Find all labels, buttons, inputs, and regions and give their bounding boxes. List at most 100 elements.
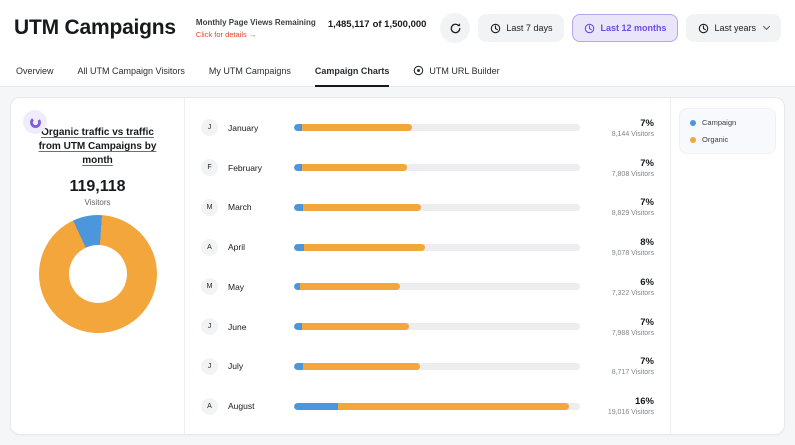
chart-heading: Organic traffic vs traffic from UTM Camp… bbox=[37, 126, 159, 168]
month-stats: 6%7,322 Visitors bbox=[590, 277, 654, 297]
donut-chart-icon bbox=[23, 110, 47, 134]
month-row: MMay6%7,322 Visitors bbox=[201, 277, 654, 297]
bar-track bbox=[294, 244, 580, 251]
month-initial-badge: A bbox=[201, 239, 218, 256]
visitors-value: 8,829 Visitors bbox=[590, 210, 654, 217]
month-initial-badge: J bbox=[201, 119, 218, 136]
visitors-value: 9,078 Visitors bbox=[590, 250, 654, 257]
refresh-button[interactable] bbox=[440, 13, 470, 43]
month-stats: 7% 7,808 Visitors bbox=[590, 158, 654, 178]
legend-item-organic[interactable]: Organic bbox=[690, 135, 765, 144]
last-7-days-label: Last 7 days bbox=[506, 23, 552, 33]
percent-value: 8% bbox=[590, 237, 654, 248]
chevron-down-icon bbox=[763, 23, 770, 30]
campaign-bar-segment bbox=[294, 204, 303, 211]
bar-track bbox=[294, 363, 580, 370]
month-label: June bbox=[228, 322, 284, 332]
page-views-label: Monthly Page Views Remaining bbox=[196, 18, 316, 27]
organic-bar-segment bbox=[304, 244, 425, 251]
tab-my-utm-campaigns[interactable]: My UTM Campaigns bbox=[209, 66, 291, 86]
tab-utm-url-builder-label: UTM URL Builder bbox=[429, 66, 499, 76]
last-7-days-button[interactable]: Last 7 days bbox=[478, 14, 564, 42]
last-12-months-label: Last 12 months bbox=[600, 23, 666, 33]
legend-panel: Campaign Organic bbox=[670, 98, 784, 434]
organic-bar-segment bbox=[303, 363, 420, 370]
last-years-dropdown[interactable]: Last years bbox=[686, 14, 781, 42]
bar-track bbox=[294, 403, 580, 410]
bar-track bbox=[294, 283, 580, 290]
month-label: March bbox=[228, 202, 284, 212]
organic-bar-segment bbox=[302, 323, 409, 330]
visitors-value: 7,808 Visitors bbox=[590, 171, 654, 178]
bar-track bbox=[294, 124, 580, 131]
organic-bar-segment bbox=[300, 283, 399, 290]
clock-icon bbox=[490, 23, 501, 34]
month-stats: 7% 8,829 Visitors bbox=[590, 197, 654, 217]
month-label: February bbox=[228, 163, 284, 173]
page-views-details-link[interactable]: Click for details → bbox=[196, 30, 316, 39]
page-header: UTM Campaigns Monthly Page Views Remaini… bbox=[0, 0, 795, 56]
month-row: AAugust16%19,016 Visitors bbox=[201, 396, 654, 416]
legend-item-campaign[interactable]: Campaign bbox=[690, 118, 765, 127]
last-12-months-button[interactable]: Last 12 months bbox=[572, 14, 678, 42]
clock-icon bbox=[584, 23, 595, 34]
month-stats: 7%8,717 Visitors bbox=[590, 356, 654, 376]
month-label: July bbox=[228, 361, 284, 371]
total-visitors-label: Visitors bbox=[21, 198, 174, 207]
visitors-value: 8,144 Visitors bbox=[590, 131, 654, 138]
page-views-limit: of 1,500,000 bbox=[373, 19, 427, 30]
legend-dot bbox=[690, 137, 696, 143]
month-stats: 16%19,016 Visitors bbox=[590, 396, 654, 416]
url-builder-icon bbox=[413, 65, 424, 76]
percent-value: 7% bbox=[590, 197, 654, 208]
refresh-icon bbox=[449, 22, 462, 35]
page-views-current: 1,485,117 bbox=[328, 19, 370, 30]
total-visitors-value: 119,118 bbox=[21, 178, 174, 196]
percent-value: 7% bbox=[590, 158, 654, 169]
tab-campaign-charts[interactable]: Campaign Charts bbox=[315, 66, 390, 87]
campaign-bar-segment bbox=[294, 363, 303, 370]
organic-bar-segment bbox=[302, 164, 407, 171]
visitors-value: 8,717 Visitors bbox=[590, 369, 654, 376]
month-label: January bbox=[228, 123, 284, 133]
chart-card: Organic traffic vs traffic from UTM Camp… bbox=[10, 97, 785, 435]
organic-bar-segment bbox=[303, 204, 422, 211]
month-initial-badge: F bbox=[201, 159, 218, 176]
donut-chart bbox=[39, 215, 157, 333]
month-row: J July 7%8,717 Visitors bbox=[201, 356, 654, 376]
legend-dot bbox=[690, 120, 696, 126]
campaign-bar-segment bbox=[294, 403, 338, 410]
month-row: F February 7% 7,808 Visitors bbox=[201, 158, 654, 178]
tab-bar: Overview All UTM Campaign Visitors My UT… bbox=[0, 56, 795, 87]
campaign-bar-segment bbox=[294, 323, 302, 330]
month-row: A April 8% 9,078 Visitors bbox=[201, 237, 654, 257]
page-title: UTM Campaigns bbox=[14, 16, 176, 40]
tab-utm-url-builder[interactable]: UTM URL Builder bbox=[413, 65, 499, 86]
summary-panel: Organic traffic vs traffic from UTM Camp… bbox=[11, 98, 185, 434]
page-views-summary: Monthly Page Views Remaining Click for d… bbox=[196, 18, 427, 39]
campaign-bar-segment bbox=[294, 244, 304, 251]
month-stats: 8% 9,078 Visitors bbox=[590, 237, 654, 257]
bar-track bbox=[294, 204, 580, 211]
month-row: M March 7% 8,829 Visitors bbox=[201, 197, 654, 217]
organic-bar-segment bbox=[302, 124, 411, 131]
month-label: April bbox=[228, 242, 284, 252]
page-views-value: 1,485,117of 1,500,000 bbox=[328, 19, 427, 30]
percent-value: 6% bbox=[590, 277, 654, 288]
chart-legend: Campaign Organic bbox=[679, 108, 776, 154]
month-initial-badge: M bbox=[201, 199, 218, 216]
campaign-bar-segment bbox=[294, 164, 302, 171]
legend-label: Organic bbox=[702, 135, 728, 144]
month-stats: 7%8,144 Visitors bbox=[590, 118, 654, 138]
monthly-bars-panel: JJanuary7%8,144 VisitorsFFebruary7%7,808… bbox=[185, 98, 670, 434]
legend-label: Campaign bbox=[702, 118, 736, 127]
percent-value: 16% bbox=[590, 396, 654, 407]
month-initial-badge: J bbox=[201, 318, 218, 335]
tab-overview[interactable]: Overview bbox=[16, 66, 54, 86]
last-years-label: Last years bbox=[714, 23, 756, 33]
bar-track bbox=[294, 323, 580, 330]
month-initial-badge: J bbox=[201, 358, 218, 375]
organic-bar-segment bbox=[338, 403, 569, 410]
month-label: August bbox=[228, 401, 284, 411]
tab-all-utm-campaign-visitors[interactable]: All UTM Campaign Visitors bbox=[78, 66, 185, 86]
